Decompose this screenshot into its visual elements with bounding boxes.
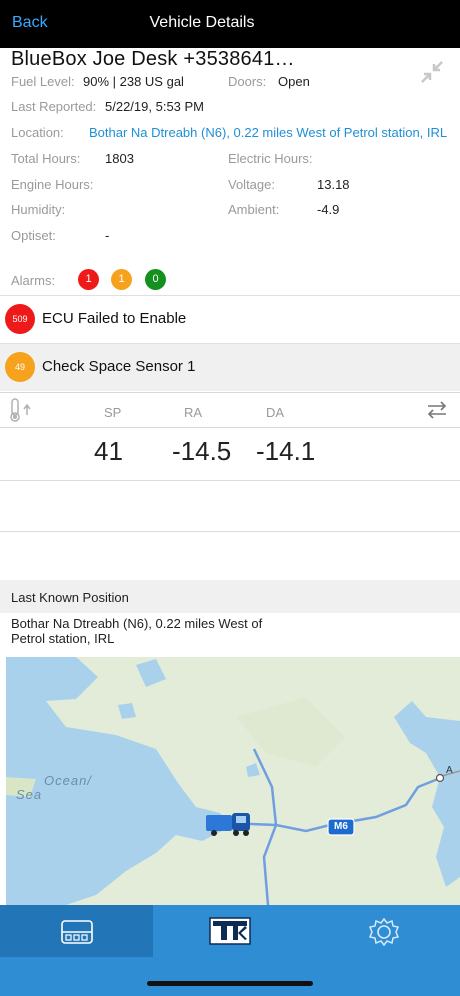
alarm-count-orange[interactable]: 1 [111,269,132,290]
last-known-position-title: Last Known Position [11,590,129,605]
sp-header: SP [104,405,122,420]
optiset-label: Optiset: [11,228,56,243]
temperature-header: SP RA DA [0,392,460,428]
doors-value: Open [278,74,310,89]
humidity-label: Humidity: [11,202,66,217]
thermo-king-logo-icon [209,917,251,950]
map-view[interactable]: Ocean/ Sea M6 A [6,657,460,905]
optiset-value: - [105,228,110,243]
alarm-text: ECU Failed to Enable [42,310,187,327]
ra-header: RA [184,405,203,420]
map-place-label: A [446,765,453,776]
last-known-position-header: Last Known Position [0,580,460,613]
ra-value: -14.5 [172,436,232,466]
nav-bar: Back Vehicle Details [0,0,460,48]
alarm-count-green[interactable]: 0 [145,269,166,290]
fuel-level-value: 90% | 238 US gal [83,74,184,89]
total-hours-label: Total Hours: [11,151,81,166]
gear-icon [365,917,403,952]
truck-marker-icon[interactable] [206,813,252,837]
ambient-label: Ambient: [228,202,280,217]
sp-value: 41 [94,436,123,466]
alarms-label: Alarms: [11,273,56,288]
alarm-code-badge: 509 [5,304,35,334]
map-water-label: Sea [16,787,43,802]
engine-hours-label: Engine Hours: [11,177,94,192]
location-link[interactable]: Bothar Na Dtreabh (N6), 0.22 miles West … [89,125,447,140]
position-address: Bothar Na Dtreabh (N6), 0.22 miles West … [11,616,263,646]
alarm-row[interactable]: 49 Check Space Sensor 1 [0,343,460,391]
swap-icon[interactable] [426,401,448,424]
location-label: Location: [11,125,64,140]
road-shield-m6: M6 [334,821,348,832]
thermometer-icon [6,397,32,428]
fuel-level-label: Fuel Level: [11,74,75,89]
total-hours-value: 1803 [105,151,134,166]
da-header: DA [266,405,285,420]
voltage-label: Voltage: [228,177,275,192]
voltage-value: 13.18 [317,177,350,192]
last-reported-value: 5/22/19, 5:53 PM [105,99,205,114]
alarm-code-badge: 49 [5,352,35,382]
electric-hours-label: Electric Hours: [228,151,313,166]
alarm-row[interactable]: 509 ECU Failed to Enable [0,295,460,343]
tab-dashboard[interactable] [0,905,153,957]
tab-thermo-king[interactable] [153,905,307,957]
da-value: -14.1 [256,436,316,466]
alarm-text: Check Space Sensor 1 [42,358,196,375]
collapse-icon[interactable] [420,60,444,84]
map-water-label: Ocean/ [44,773,92,788]
vehicle-name: BlueBox Joe Desk +3538641… [11,48,295,70]
divider [0,531,460,532]
page-title: Vehicle Details [149,14,255,31]
alarm-count-red[interactable]: 1 [78,269,99,290]
home-indicator [147,981,313,986]
divider [0,480,460,481]
ambient-value: -4.9 [317,202,340,217]
dashboard-icon [61,920,93,949]
last-reported-label: Last Reported: [11,99,97,114]
tab-settings[interactable] [307,905,460,957]
doors-label: Doors: [228,74,267,89]
